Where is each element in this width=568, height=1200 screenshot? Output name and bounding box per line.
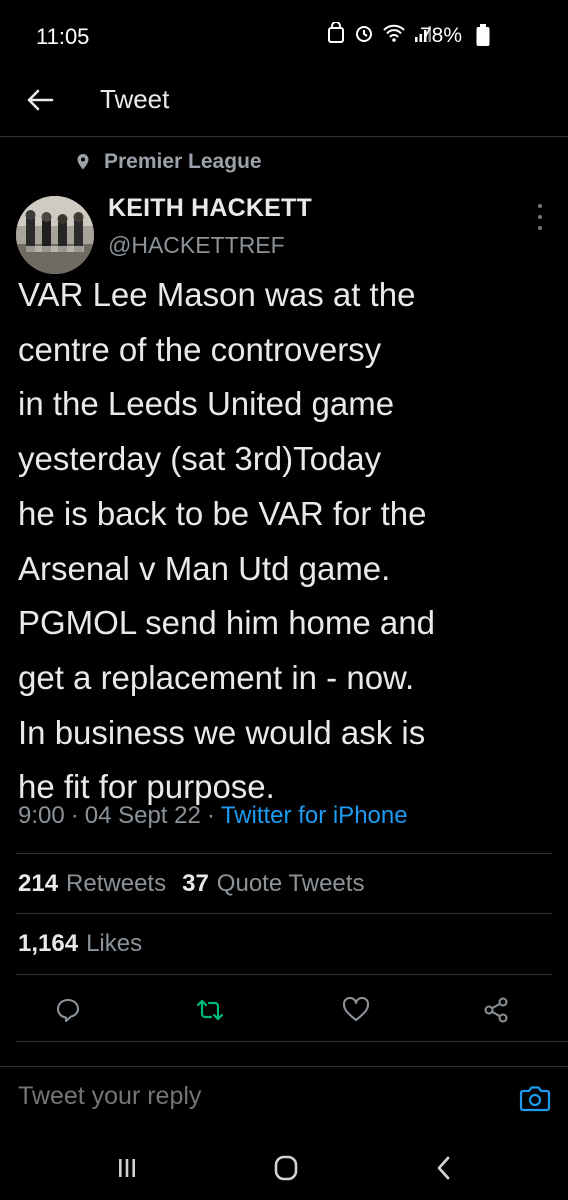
reply-button[interactable] <box>46 990 90 1030</box>
battery-percent: 78% <box>420 24 463 47</box>
back-button[interactable] <box>20 82 60 118</box>
likes-label: Likes <box>86 930 143 957</box>
home-button[interactable] <box>270 1152 302 1184</box>
location-pin-icon <box>77 154 89 170</box>
user-handle[interactable]: @HACKETTREF <box>108 232 285 259</box>
recents-icon <box>119 1159 135 1177</box>
retweets-label: Retweets <box>66 870 167 897</box>
divider <box>16 974 552 975</box>
camera-icon <box>519 1086 551 1112</box>
status-time: 11:05 <box>36 24 90 49</box>
tweet-time: 9:00 <box>18 802 65 829</box>
meta-separator: · <box>206 802 215 829</box>
tweet-context[interactable]: Premier League <box>76 150 262 174</box>
arrow-left-icon <box>27 89 54 111</box>
retweets-link[interactable]: 214 Retweets <box>18 870 166 898</box>
chevron-left-icon <box>437 1156 450 1180</box>
reply-input[interactable] <box>18 1082 498 1111</box>
divider <box>16 913 552 914</box>
like-button[interactable] <box>334 990 378 1030</box>
retweet-icon <box>196 999 224 1021</box>
more-vertical-icon <box>538 204 542 208</box>
divider <box>16 853 552 854</box>
quote-tweets-link[interactable]: 37 Quote Tweets <box>182 870 364 898</box>
alarm-icon <box>356 26 372 42</box>
share-button[interactable] <box>474 990 518 1030</box>
battery-icon <box>476 22 510 46</box>
nfc-icon <box>328 22 344 43</box>
avatar[interactable] <box>16 196 94 274</box>
engagement-stats: 214 Retweets 37 Quote Tweets <box>18 870 364 898</box>
heart-icon <box>342 997 370 1022</box>
camera-button[interactable] <box>518 1082 552 1114</box>
status-icons <box>326 22 432 44</box>
likes-link[interactable]: 1,164 Likes <box>18 930 142 958</box>
tweet-date: 04 Sept 22 <box>84 802 201 829</box>
display-name[interactable]: KEITH HACKETT <box>108 194 312 223</box>
page-title: Tweet <box>100 84 170 114</box>
system-back-button[interactable] <box>430 1152 458 1184</box>
tweet-meta: 9:00 · 04 Sept 22 · Twitter for iPhone <box>18 802 408 830</box>
meta-separator: · <box>70 802 79 829</box>
more-dot <box>538 226 542 230</box>
context-label: Premier League <box>104 150 262 173</box>
divider <box>16 1041 568 1042</box>
tweet-source-link[interactable]: Twitter for iPhone <box>221 802 408 830</box>
quote-tweets-count: 37 <box>182 870 209 897</box>
reply-icon <box>56 998 80 1023</box>
retweet-button[interactable] <box>188 990 232 1030</box>
more-dot <box>538 215 542 219</box>
tweet-text: VAR Lee Mason was at the centre of the c… <box>18 276 435 806</box>
home-icon <box>274 1155 298 1181</box>
wifi-icon <box>383 24 405 42</box>
header-divider <box>0 136 568 137</box>
retweets-count: 214 <box>18 870 59 897</box>
share-icon <box>484 997 508 1023</box>
recents-button[interactable] <box>112 1154 142 1182</box>
quote-tweets-label: Quote Tweets <box>216 870 365 897</box>
more-options-button[interactable] <box>530 202 550 232</box>
likes-count: 1,164 <box>18 930 79 957</box>
